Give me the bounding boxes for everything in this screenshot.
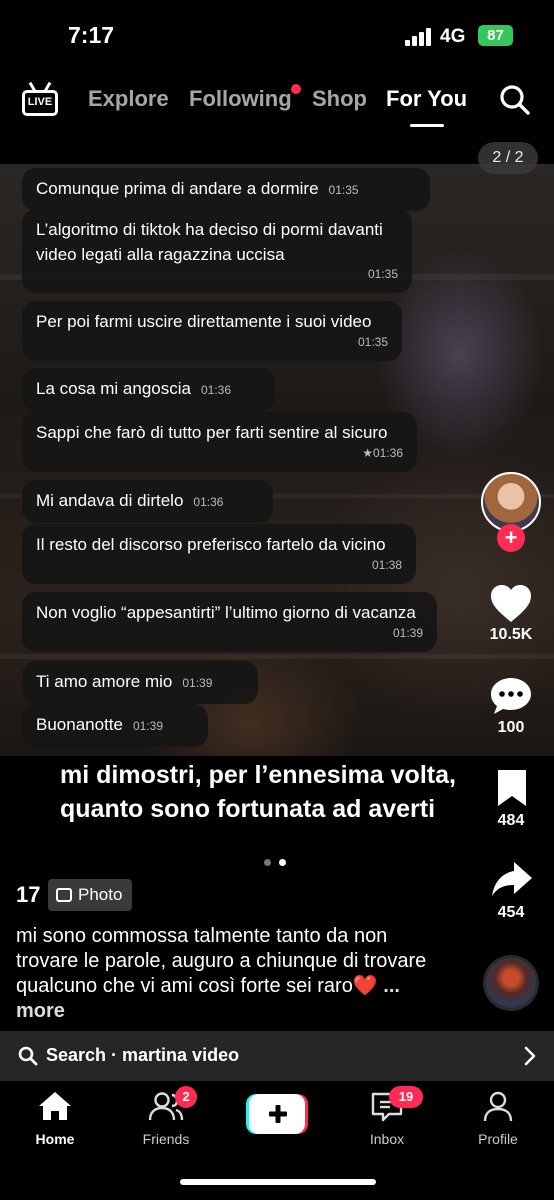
page-indicator — [264, 853, 294, 871]
chat-text: L’algoritmo di tiktok ha deciso di pormi… — [36, 220, 383, 264]
search-suggestion-text: Search · martina video — [46, 1045, 240, 1065]
tab-label: Inbox — [369, 1131, 405, 1147]
status-time: 7:17 — [68, 22, 115, 48]
chat-time: 01:39 — [132, 719, 163, 733]
chat-bubble: La cosa mi angoscia 01:36 — [22, 368, 275, 411]
home-icon — [39, 1092, 71, 1120]
tab-following[interactable]: Following — [189, 86, 292, 112]
search-icon — [18, 1046, 38, 1066]
network-type: 4G — [440, 26, 466, 47]
chat-time: 01:39 — [182, 676, 213, 690]
search-icon[interactable] — [499, 84, 531, 116]
tab-home[interactable]: Home — [15, 1090, 95, 1147]
share-count: 454 — [497, 904, 525, 921]
comment-icon[interactable] — [489, 676, 533, 716]
save-count: 484 — [497, 812, 525, 829]
page-dot-active — [279, 859, 286, 866]
following-notification-dot — [291, 84, 301, 94]
photo-counter: 2 / 2 — [478, 142, 538, 174]
related-search-bar[interactable]: Search · martina video — [0, 1031, 554, 1081]
photo-count: 17 — [16, 882, 41, 907]
tab-for-you[interactable]: For You — [386, 86, 467, 112]
inbox-badge: 19 — [389, 1086, 423, 1108]
chat-text: Non voglio “appesantirti” l’ultimo giorn… — [36, 603, 416, 622]
friends-badge: 2 — [175, 1086, 197, 1108]
chat-text: Il resto del discorso preferisco fartelo… — [36, 535, 386, 554]
chat-bubble: Sappi che farò di tutto per farti sentir… — [22, 412, 417, 472]
chat-text: Ti amo amore mio — [36, 672, 173, 691]
status-bar: 7:17 4G 87 — [0, 0, 554, 64]
tab-profile[interactable]: Profile — [458, 1090, 538, 1147]
overlay-line: quanto sono fortunata ad averti — [60, 795, 436, 823]
live-label: LIVE — [22, 90, 58, 116]
chat-text: Buonanotte — [36, 715, 123, 734]
like-count: 10.5K — [489, 626, 533, 643]
chat-text: Sappi che farò di tutto per farti sentir… — [36, 423, 388, 442]
tab-shop[interactable]: Shop — [312, 86, 367, 112]
tab-label: Friends — [142, 1131, 190, 1147]
bookmark-icon[interactable] — [492, 768, 536, 808]
music-disc[interactable] — [483, 955, 539, 1011]
photo-icon — [56, 888, 72, 902]
chat-bubble: Per poi farmi uscire direttamente i suoi… — [22, 301, 402, 361]
chat-text: Mi andava di dirtelo — [36, 491, 184, 510]
chat-bubble: Il resto del discorso preferisco fartelo… — [22, 524, 416, 584]
chat-bubble: Ti amo amore mio 01:39 — [22, 661, 258, 704]
chat-time: 01:36 — [193, 495, 224, 509]
creator-avatar[interactable] — [481, 472, 541, 532]
top-nav: LIVE Explore Following Shop For You — [0, 72, 554, 128]
chat-time: 01:36 — [200, 383, 232, 397]
chat-bubble: Comunque prima di andare a dormire 01:35 — [22, 168, 430, 211]
photo-overlay-text: mi dimostri, per l’ennesima volta, quant… — [60, 758, 456, 826]
chat-bubble: Buonanotte 01:39 — [22, 704, 208, 747]
live-icon[interactable]: LIVE — [22, 81, 60, 118]
page-dot — [264, 859, 271, 866]
chevron-right-icon — [524, 1046, 536, 1066]
photo-type-chip: Photo — [48, 879, 133, 911]
comment-count: 100 — [497, 719, 525, 736]
follow-button[interactable]: + — [497, 524, 525, 552]
chat-text: La cosa mi angoscia — [36, 379, 191, 398]
chat-time: 01:39 — [392, 626, 423, 640]
chat-time: 01:35 — [357, 335, 388, 349]
tab-label: Profile — [478, 1131, 518, 1147]
photo-chip-label: Photo — [78, 885, 123, 904]
chat-time: 01:38 — [371, 558, 402, 572]
chat-bubble: Non voglio “appesantirti” l’ultimo giorn… — [22, 592, 437, 652]
signal-icon — [405, 28, 433, 46]
chat-bubble: L’algoritmo di tiktok ha deciso di pormi… — [22, 209, 412, 293]
battery-icon: 87 — [478, 25, 513, 46]
share-icon[interactable] — [490, 860, 534, 900]
home-indicator[interactable] — [180, 1179, 376, 1185]
chat-time: 01:35 — [367, 267, 398, 281]
tab-explore[interactable]: Explore — [88, 86, 169, 112]
heart-emoji: ❤️ — [352, 975, 378, 997]
chat-text: Comunque prima di andare a dormire — [36, 179, 319, 198]
create-button[interactable] — [246, 1094, 308, 1134]
chat-bubble: Mi andava di dirtelo 01:36 — [22, 480, 273, 523]
chat-text: Per poi farmi uscire direttamente i suoi… — [36, 312, 372, 331]
chat-time: 01:35 — [328, 183, 359, 197]
heart-icon[interactable] — [489, 584, 533, 624]
tab-label: Home — [35, 1131, 75, 1147]
overlay-line: mi dimostri, per l’ennesima volta, — [60, 761, 456, 789]
profile-icon — [483, 1091, 513, 1122]
post-caption[interactable]: mi sono commossa talmente tanto da non t… — [16, 924, 436, 1024]
chat-time: ★01:36 — [362, 446, 403, 460]
active-tab-underline — [410, 124, 444, 127]
